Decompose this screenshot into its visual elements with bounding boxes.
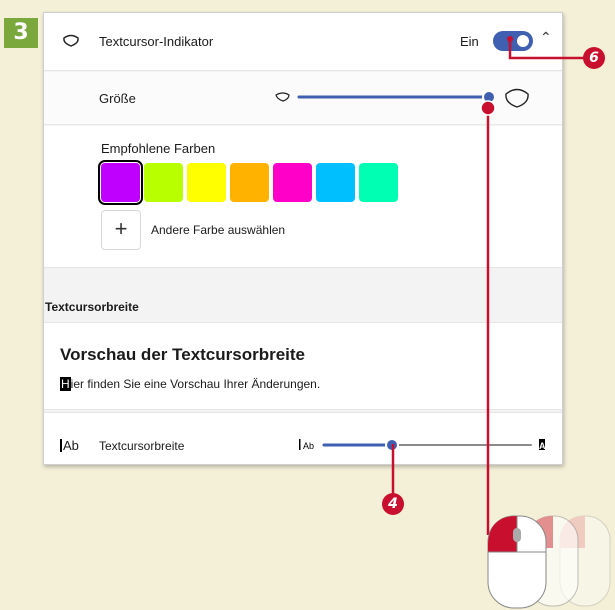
size-slider-thumb xyxy=(482,90,496,104)
text-cursor-width-icon: Ab xyxy=(60,438,79,453)
chevron-up-icon[interactable]: ⌃ xyxy=(540,29,552,46)
small-indicator-icon xyxy=(275,92,290,102)
color-swatch[interactable] xyxy=(230,163,269,202)
size-row: Größe xyxy=(44,72,562,125)
step-number-badge: 3 xyxy=(4,18,38,48)
large-indicator-icon xyxy=(505,88,529,108)
toggle-knob xyxy=(517,35,529,47)
callout-4: 4 xyxy=(382,493,404,515)
recommended-colors-title: Empfohlene Farben xyxy=(101,141,216,156)
cursor-width-heading: Textcursorbreite xyxy=(45,300,139,314)
recommended-colors-section: Empfohlene Farben + Andere Farbe auswähl… xyxy=(44,126,562,268)
cursor-width-label: Textcursorbreite xyxy=(99,439,185,453)
add-color-button[interactable]: + xyxy=(101,210,141,250)
max-width-text: Ab xyxy=(539,441,551,451)
text-cursor-indicator-row[interactable]: Textcursor-Indikator Ein ⌃ xyxy=(44,13,562,71)
width-slider-thumb xyxy=(385,438,399,452)
preview-sentence: ier finden Sie eine Vorschau Ihrer Änder… xyxy=(70,377,321,391)
indicator-toggle[interactable] xyxy=(493,31,533,51)
size-label: Größe xyxy=(99,91,136,106)
cursor-width-preview-card: Vorschau der Textcursorbreite Hier finde… xyxy=(44,322,562,410)
preview-title: Vorschau der Textcursorbreite xyxy=(60,345,306,364)
cursor-indicator-icon xyxy=(63,34,79,47)
min-width-text: Ab xyxy=(303,441,314,451)
cursor-width-slider[interactable]: Ab Ab xyxy=(294,430,562,460)
settings-panel: Textcursor-Indikator Ein ⌃ Größe Empfohl… xyxy=(43,12,563,465)
color-swatch[interactable] xyxy=(359,163,398,202)
color-swatches xyxy=(98,160,398,205)
color-swatch[interactable] xyxy=(144,163,183,202)
color-swatch[interactable] xyxy=(98,160,143,205)
color-swatch[interactable] xyxy=(316,163,355,202)
callout-6: 6 xyxy=(583,47,605,69)
min-width-bar xyxy=(299,439,301,450)
indicator-label: Textcursor-Indikator xyxy=(99,34,214,49)
size-slider[interactable] xyxy=(274,82,529,112)
preview-text: Hier finden Sie eine Vorschau Ihrer Ände… xyxy=(60,377,320,391)
other-color-label[interactable]: Andere Farbe auswählen xyxy=(151,223,285,237)
text-cursor: H xyxy=(60,377,71,391)
color-swatch[interactable] xyxy=(187,163,226,202)
color-swatch[interactable] xyxy=(273,163,312,202)
mouse-icon xyxy=(487,515,611,609)
cursor-width-row: Ab Textcursorbreite Ab Ab xyxy=(44,412,562,464)
indicator-state-text: Ein xyxy=(460,34,479,49)
